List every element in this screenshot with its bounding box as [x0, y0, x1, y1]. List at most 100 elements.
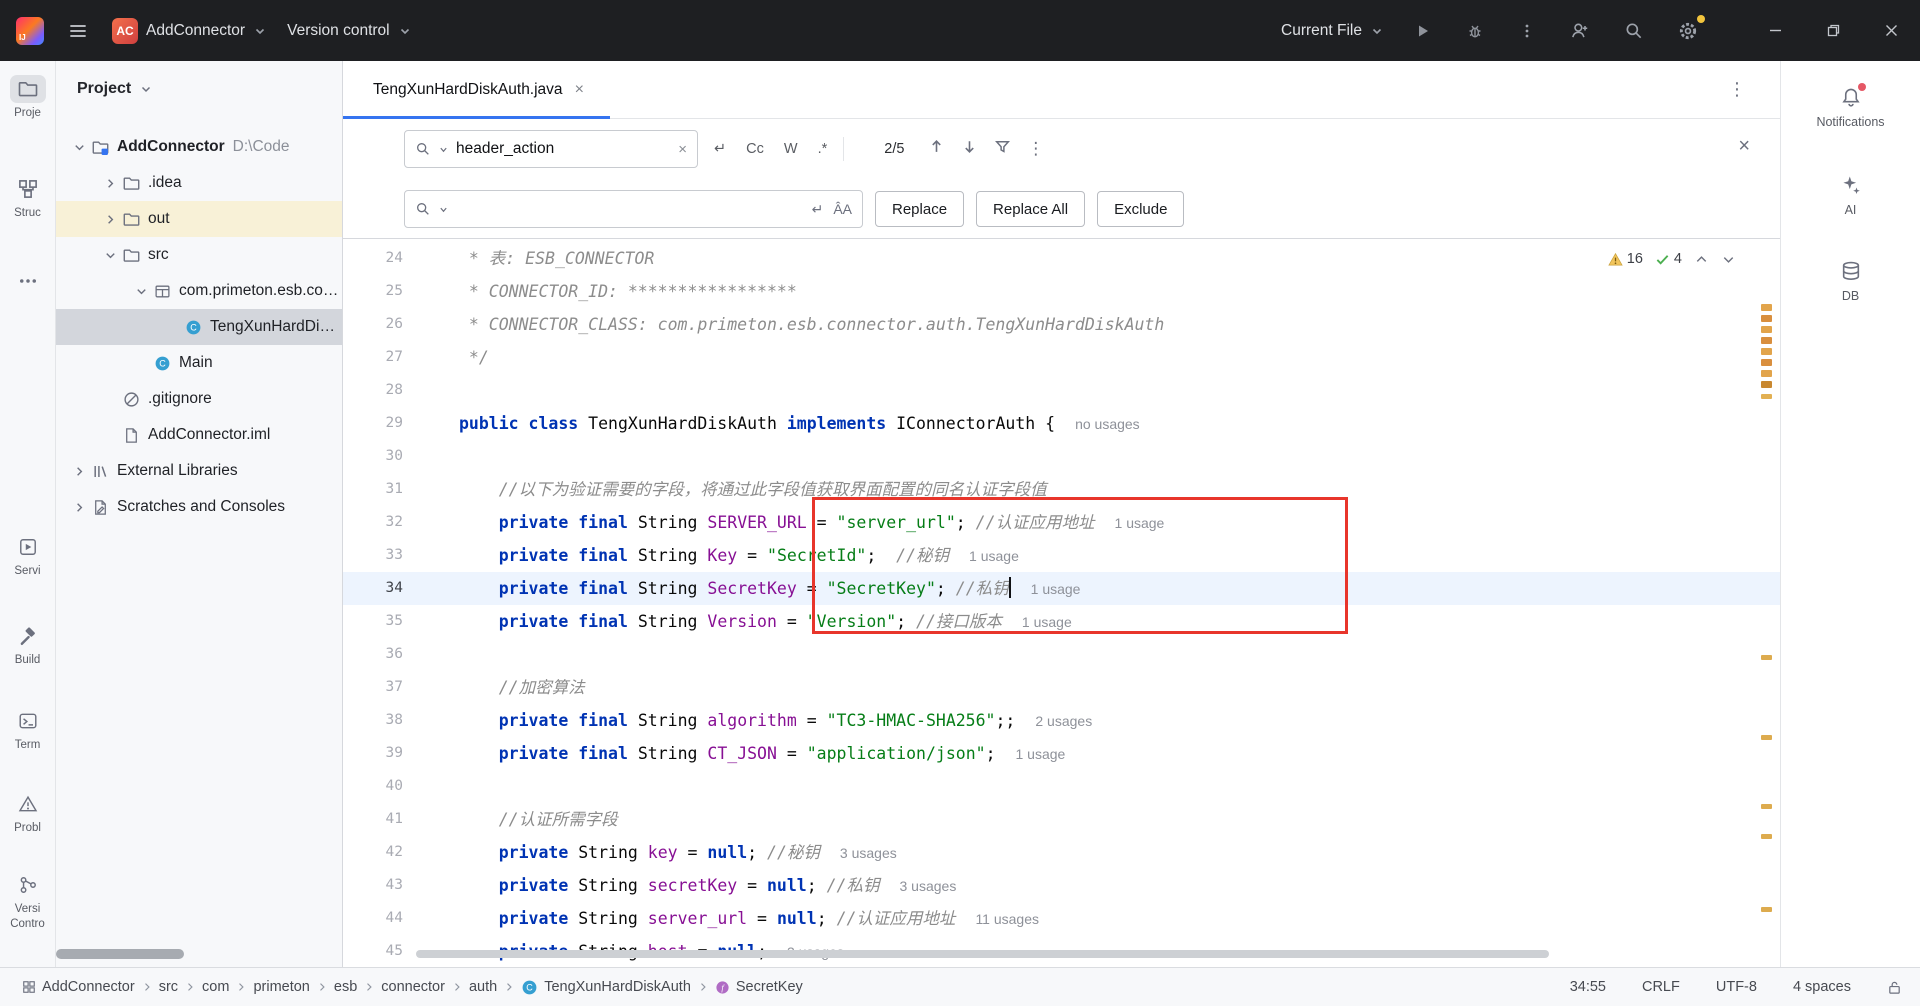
tool-project[interactable]: Proje: [0, 75, 56, 120]
code-editor[interactable]: 24 * 表: ESB_CONNECTOR25 * CONNECTOR_ID: …: [343, 239, 1780, 967]
debug-button[interactable]: [1462, 18, 1488, 44]
code-line-25[interactable]: 25 * CONNECTOR_ID: *****************: [343, 275, 1780, 308]
filter-icon[interactable]: [994, 138, 1011, 160]
more-actions-button[interactable]: [1514, 18, 1540, 44]
replace-input[interactable]: [456, 200, 804, 218]
code-line-34[interactable]: 34 private final String SecretKey = "Sec…: [343, 572, 1780, 605]
tree-chevron-right-icon[interactable]: [68, 500, 90, 515]
encoding-widget[interactable]: UTF-8: [1716, 979, 1757, 995]
usages-hint[interactable]: 1 usage: [1031, 581, 1081, 597]
breadcrumb-item-secretkey[interactable]: fSecretKey: [711, 979, 807, 995]
code-line-30[interactable]: 30: [343, 440, 1780, 473]
line-number[interactable]: 42: [343, 836, 403, 869]
preserve-case-icon[interactable]: ÂA: [833, 201, 852, 217]
line-number[interactable]: 32: [343, 506, 403, 539]
line-number[interactable]: 28: [343, 374, 403, 407]
breadcrumb-item-addconnector[interactable]: AddConnector: [18, 979, 139, 995]
editor-horizontal-scrollbar[interactable]: [416, 950, 1549, 958]
code-line-41[interactable]: 41 //认证所需字段: [343, 803, 1780, 836]
line-number[interactable]: 36: [343, 638, 403, 671]
code-line-36[interactable]: 36: [343, 638, 1780, 671]
line-number[interactable]: 26: [343, 308, 403, 341]
whole-words-toggle[interactable]: W: [778, 137, 804, 161]
code-line-28[interactable]: 28: [343, 374, 1780, 407]
usages-hint[interactable]: 1 usage: [969, 548, 1019, 564]
main-menu-icon[interactable]: [64, 17, 92, 45]
breadcrumb-item-com[interactable]: com: [198, 979, 233, 995]
usages-hint[interactable]: 1 usage: [1022, 614, 1072, 630]
tree-chevron-down-icon[interactable]: [68, 140, 90, 155]
panel-notifications[interactable]: Notifications: [1816, 83, 1884, 129]
replace-all-button[interactable]: Replace All: [976, 191, 1085, 227]
code-line-40[interactable]: 40: [343, 770, 1780, 803]
code-line-35[interactable]: 35 private final String Version = "Versi…: [343, 605, 1780, 638]
code-line-32[interactable]: 32 private final String SERVER_URL = "se…: [343, 506, 1780, 539]
usages-hint[interactable]: 2 usages: [1035, 713, 1092, 729]
tree-item-addconnector[interactable]: AddConnectorD:\Code: [56, 129, 342, 165]
line-separator-widget[interactable]: CRLF: [1642, 979, 1680, 995]
close-find-panel-icon[interactable]: ×: [1738, 135, 1750, 158]
tree-chevron-down-icon[interactable]: [130, 284, 152, 299]
tree-item-idea[interactable]: .idea: [56, 165, 342, 201]
code-line-44[interactable]: 44 private String server_url = null; //认…: [343, 902, 1780, 935]
breadcrumb-item-auth[interactable]: auth: [465, 979, 501, 995]
clear-search-icon[interactable]: ×: [678, 141, 687, 158]
tree-item-gitignore[interactable]: .gitignore: [56, 381, 342, 417]
settings-button[interactable]: [1674, 17, 1702, 45]
tree-item-scratches-and-consoles[interactable]: Scratches and Consoles: [56, 489, 342, 525]
replace-button[interactable]: Replace: [875, 191, 964, 227]
search-input[interactable]: [456, 140, 670, 158]
line-number[interactable]: 33: [343, 539, 403, 572]
code-line-24[interactable]: 24 * 表: ESB_CONNECTOR: [343, 242, 1780, 275]
code-line-29[interactable]: 29public class TengXunHardDiskAuth imple…: [343, 407, 1780, 440]
tool-problems[interactable]: Probl: [0, 790, 56, 835]
line-number[interactable]: 34: [343, 572, 403, 605]
tool-terminal[interactable]: Term: [0, 707, 56, 752]
code-line-26[interactable]: 26 * CONNECTOR_CLASS: com.primeton.esb.c…: [343, 308, 1780, 341]
project-panel-header[interactable]: Project: [56, 61, 342, 117]
code-line-43[interactable]: 43 private String secretKey = null; //私钥…: [343, 869, 1780, 902]
line-number[interactable]: 35: [343, 605, 403, 638]
tab-close-icon[interactable]: ×: [575, 81, 584, 99]
breadcrumb-item-src[interactable]: src: [155, 979, 182, 995]
line-number[interactable]: 24: [343, 242, 403, 275]
next-occurrence-icon[interactable]: [961, 138, 978, 160]
tree-chevron-down-icon[interactable]: [99, 248, 121, 263]
vcs-widget[interactable]: Version control: [287, 22, 412, 40]
code-line-31[interactable]: 31 //以下为验证需要的字段，将通过此字段值获取界面配置的同名认证字段值: [343, 473, 1780, 506]
caret-position-widget[interactable]: 34:55: [1570, 979, 1606, 995]
line-number[interactable]: 44: [343, 902, 403, 935]
usages-hint[interactable]: 3 usages: [840, 845, 897, 861]
breadcrumb-item-connector[interactable]: connector: [377, 979, 449, 995]
tool-services[interactable]: Servi: [0, 533, 56, 578]
code-line-33[interactable]: 33 private final String Key = "SecretId"…: [343, 539, 1780, 572]
line-number[interactable]: 43: [343, 869, 403, 902]
previous-problem-icon[interactable]: [1694, 252, 1709, 267]
line-number[interactable]: 29: [343, 407, 403, 440]
usages-hint[interactable]: 1 usage: [1016, 746, 1066, 762]
tree-item-addconnector-iml[interactable]: AddConnector.iml: [56, 417, 342, 453]
line-number[interactable]: 38: [343, 704, 403, 737]
line-number[interactable]: 27: [343, 341, 403, 374]
tab-bar-options-icon[interactable]: ⋮: [1728, 79, 1746, 100]
tree-item-external-libraries[interactable]: External Libraries: [56, 453, 342, 489]
code-line-38[interactable]: 38 private final String algorithm = "TC3…: [343, 704, 1780, 737]
line-number[interactable]: 37: [343, 671, 403, 704]
search-field[interactable]: ×: [404, 130, 698, 168]
multiline-search-icon[interactable]: ↵: [708, 137, 732, 161]
breadcrumb-item-primeton[interactable]: primeton: [249, 979, 313, 995]
breadcrumb-item-esb[interactable]: esb: [330, 979, 361, 995]
project-widget[interactable]: AC AddConnector: [112, 18, 267, 44]
window-restore-button[interactable]: [1804, 0, 1862, 61]
tree-item-out[interactable]: out: [56, 201, 342, 237]
line-number[interactable]: 41: [343, 803, 403, 836]
editor-tab[interactable]: TengXunHardDiskAuth.java ×: [343, 61, 610, 119]
ok-indicator[interactable]: 4: [1655, 251, 1682, 267]
line-number[interactable]: 40: [343, 770, 403, 803]
code-line-37[interactable]: 37 //加密算法: [343, 671, 1780, 704]
indent-widget[interactable]: 4 spaces: [1793, 979, 1851, 995]
panel-database[interactable]: DB: [1837, 257, 1865, 303]
usages-hint[interactable]: 1 usage: [1115, 515, 1165, 531]
match-case-toggle[interactable]: Cc: [740, 137, 770, 161]
code-line-42[interactable]: 42 private String key = null; //秘钥3 usag…: [343, 836, 1780, 869]
